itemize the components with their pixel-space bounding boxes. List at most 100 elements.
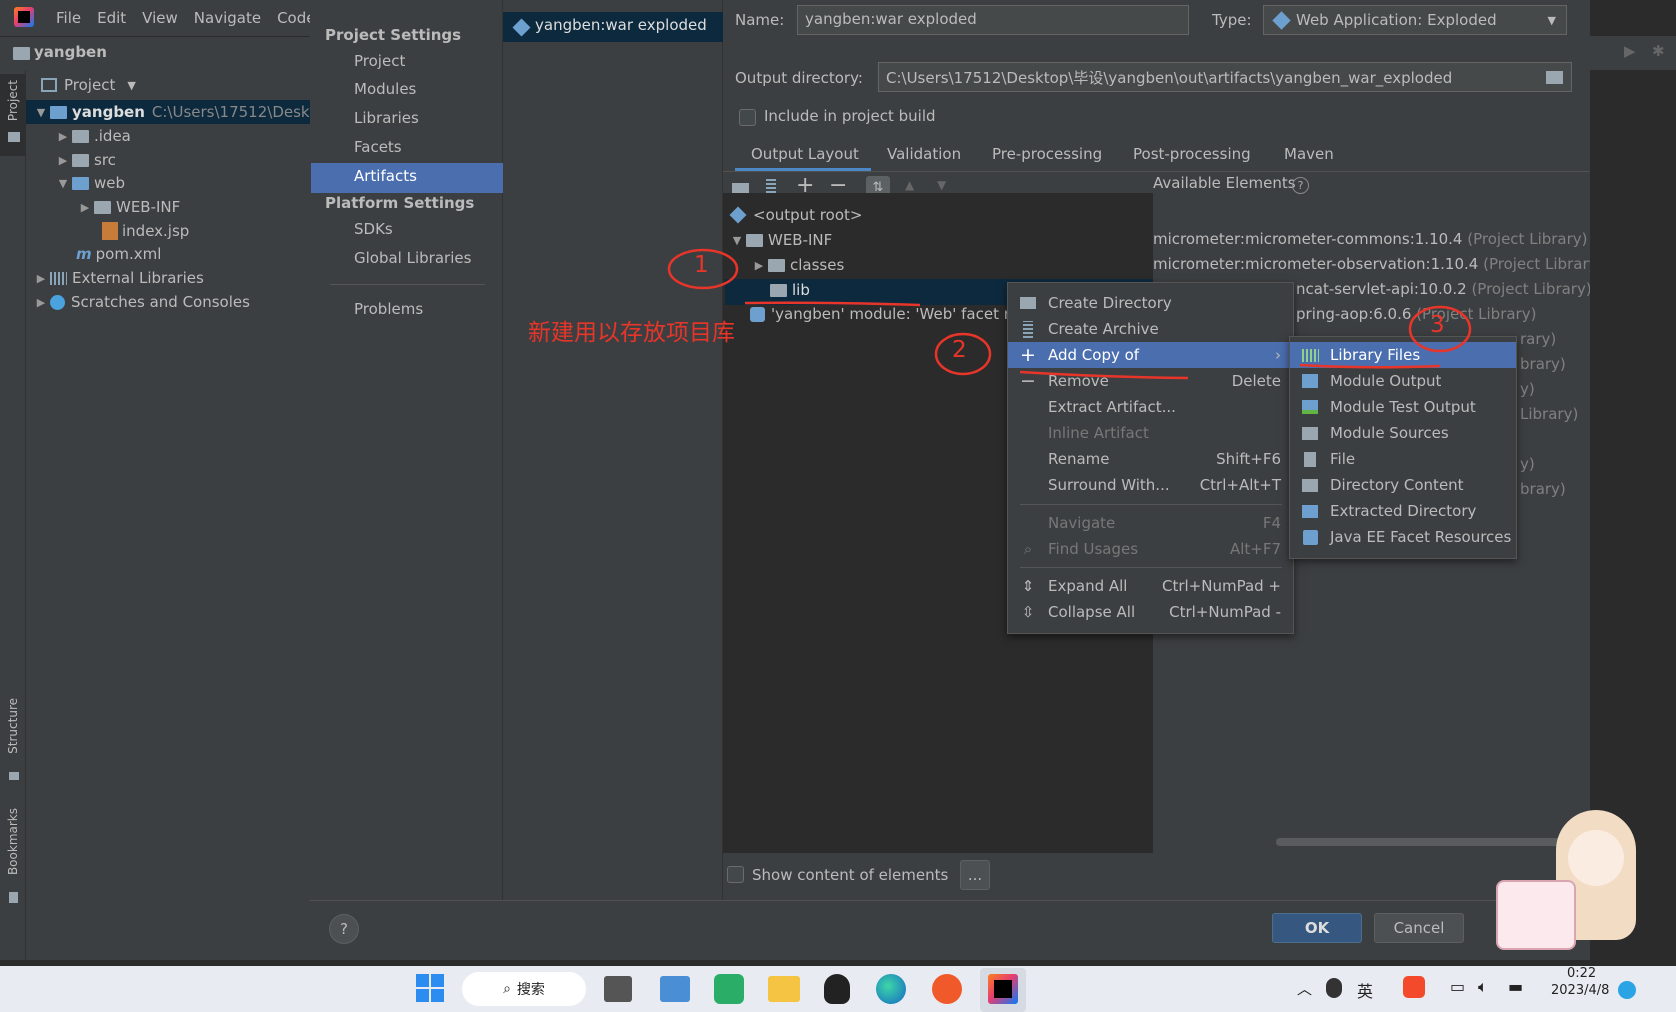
available-item[interactable]: ncat-servlet-api:10.0.2 (Project Library… [1296, 280, 1592, 298]
volume-icon[interactable]: 🔈︎ [1478, 977, 1488, 997]
submenu-javaee-facet-resources[interactable]: Java EE Facet Resources [1290, 524, 1516, 550]
windows-start-icon[interactable] [416, 974, 444, 1002]
nav-item-artifacts[interactable]: Artifacts [311, 163, 503, 193]
nav-item-global-libraries[interactable]: Global Libraries [354, 249, 471, 267]
chevron-right-icon[interactable]: ▶ [32, 296, 50, 309]
menu-surround-with[interactable]: Surround With... Ctrl+Alt+T [1008, 472, 1293, 498]
menu-add-copy-of[interactable]: + Add Copy of › [1008, 342, 1293, 368]
nav-item-libraries[interactable]: Libraries [354, 109, 419, 127]
help-button[interactable]: ? [329, 914, 359, 944]
ime-indicator[interactable]: 英 [1357, 978, 1373, 1002]
pen-app-icon[interactable] [932, 974, 962, 1004]
sogou-icon[interactable] [1403, 976, 1425, 998]
submenu-library-files[interactable]: Library Files [1290, 342, 1516, 368]
chevron-right-icon[interactable]: ▶ [76, 201, 94, 214]
network-icon[interactable]: ▭ [1450, 977, 1465, 996]
nav-item-project[interactable]: Project [354, 52, 405, 70]
tab-validation[interactable]: Validation [887, 145, 961, 163]
monitor-app-icon[interactable] [660, 976, 690, 1002]
qq-icon[interactable] [824, 974, 850, 1004]
submenu-extracted-directory[interactable]: Extracted Directory [1290, 498, 1516, 524]
available-item[interactable]: Library) [1520, 405, 1578, 423]
tray-app-icon[interactable] [1326, 978, 1342, 998]
battery-icon[interactable]: ▬ [1508, 977, 1523, 996]
edge-icon[interactable] [876, 974, 906, 1004]
tab-output-layout[interactable]: Output Layout [751, 145, 859, 163]
menu-file[interactable]: File [56, 9, 81, 27]
include-build-checkbox[interactable] [739, 109, 756, 126]
chevron-up-icon[interactable]: ︿ [1297, 978, 1312, 999]
intellij-taskbar-icon[interactable] [980, 968, 1026, 1012]
layout-node-webinf[interactable]: ▼ WEB-INF [728, 228, 833, 252]
layout-node-facet[interactable]: 'yangben' module: 'Web' facet r [750, 302, 1010, 326]
bookmarks-tool-tab[interactable]: Bookmarks [0, 800, 26, 903]
folder-browse-icon[interactable] [1546, 71, 1563, 84]
tree-node-pom[interactable]: m pom.xml [76, 242, 161, 266]
clock-time[interactable]: 0:22 [1567, 966, 1596, 981]
tab-pre-processing[interactable]: Pre-processing [992, 145, 1102, 163]
available-item[interactable]: pring-aop:6.0.6 (Project Library) [1296, 305, 1536, 323]
project-view-selector[interactable]: Project ▼ [41, 76, 136, 94]
ok-button[interactable]: OK [1272, 913, 1362, 943]
menu-remove[interactable]: − Remove Delete [1008, 368, 1293, 394]
taskbar-search[interactable]: ⌕ 搜索 [462, 972, 586, 1006]
menu-extract-artifact[interactable]: Extract Artifact... [1008, 394, 1293, 420]
tree-node-indexjsp[interactable]: index.jsp [98, 219, 189, 243]
task-view-icon[interactable] [604, 976, 632, 1002]
structure-tool-tab[interactable]: Structure [0, 690, 26, 780]
submenu-file[interactable]: File [1290, 446, 1516, 472]
output-dir-input[interactable]: C:\Users\17512\Desktop\毕设\yangben\out\ar… [878, 62, 1572, 92]
tab-maven[interactable]: Maven [1284, 145, 1334, 163]
menu-edit[interactable]: Edit [97, 9, 126, 27]
tree-node-root[interactable]: ▼ yangben C:\Users\17512\Deskt [32, 100, 316, 124]
show-content-checkbox[interactable] [727, 866, 744, 883]
submenu-module-test-output[interactable]: Module Test Output [1290, 394, 1516, 420]
artifact-item[interactable]: yangben:war exploded [503, 12, 723, 42]
submenu-directory-content[interactable]: Directory Content [1290, 472, 1516, 498]
chevron-right-icon[interactable]: ▶ [54, 154, 72, 167]
layout-node-lib[interactable]: lib [770, 278, 810, 302]
tree-node-scratches[interactable]: ▶ Scratches and Consoles [32, 290, 250, 314]
tab-post-processing[interactable]: Post-processing [1133, 145, 1251, 163]
submenu-module-output[interactable]: Module Output [1290, 368, 1516, 394]
menu-create-archive[interactable]: Create Archive [1008, 316, 1293, 342]
available-item[interactable]: y) [1520, 455, 1535, 473]
chevron-down-icon[interactable]: ▼ [728, 234, 746, 247]
menu-rename[interactable]: Rename Shift+F6 [1008, 446, 1293, 472]
nav-item-sdks[interactable]: SDKs [354, 220, 393, 238]
menu-view[interactable]: View [142, 9, 178, 27]
menu-collapse-all[interactable]: ⇳ Collapse All Ctrl+NumPad - [1008, 599, 1293, 625]
available-item[interactable]: brary) [1520, 480, 1566, 498]
chevron-right-icon[interactable]: ▶ [750, 259, 768, 272]
type-select[interactable]: Web Application: Exploded ▼ [1263, 5, 1567, 35]
layout-node-root[interactable]: <output root> [729, 203, 862, 227]
menu-navigate[interactable]: Navigate [194, 9, 261, 27]
tree-node-extlibs[interactable]: ▶ External Libraries [32, 266, 204, 290]
project-name[interactable]: yangben [34, 43, 107, 61]
available-item[interactable]: brary) [1520, 355, 1566, 373]
tree-node-webinf[interactable]: ▶ WEB-INF [76, 195, 181, 219]
chevron-down-icon[interactable]: ▼ [54, 177, 72, 190]
file-explorer-icon[interactable] [768, 976, 800, 1002]
available-item[interactable]: y) [1520, 380, 1535, 398]
tree-node-idea[interactable]: ▶ .idea [54, 124, 131, 148]
nav-item-modules[interactable]: Modules [354, 80, 416, 98]
menu-expand-all[interactable]: ⇕ Expand All Ctrl+NumPad + [1008, 573, 1293, 599]
submenu-module-sources[interactable]: Module Sources [1290, 420, 1516, 446]
chevron-down-icon[interactable]: ▼ [32, 106, 50, 119]
show-content-browse-button[interactable]: ... [960, 860, 990, 890]
nav-item-problems[interactable]: Problems [354, 300, 423, 318]
cancel-button[interactable]: Cancel [1374, 913, 1464, 943]
layout-node-classes[interactable]: ▶ classes [750, 253, 845, 277]
help-icon[interactable]: ? [1292, 177, 1309, 194]
available-item[interactable]: rary) [1520, 330, 1556, 348]
clock-date[interactable]: 2023/4/8 [1551, 983, 1609, 998]
wechat-icon[interactable] [714, 974, 744, 1004]
chevron-right-icon[interactable]: ▶ [32, 272, 50, 285]
settings-icon[interactable]: ✱ [1652, 42, 1665, 60]
notification-icon[interactable] [1618, 981, 1636, 999]
tree-node-src[interactable]: ▶ src [54, 148, 116, 172]
menu-create-directory[interactable]: Create Directory [1008, 290, 1293, 316]
nav-item-facets[interactable]: Facets [354, 138, 402, 156]
available-item[interactable]: micrometer:micrometer-commons:1.10.4 (Pr… [1153, 230, 1588, 248]
